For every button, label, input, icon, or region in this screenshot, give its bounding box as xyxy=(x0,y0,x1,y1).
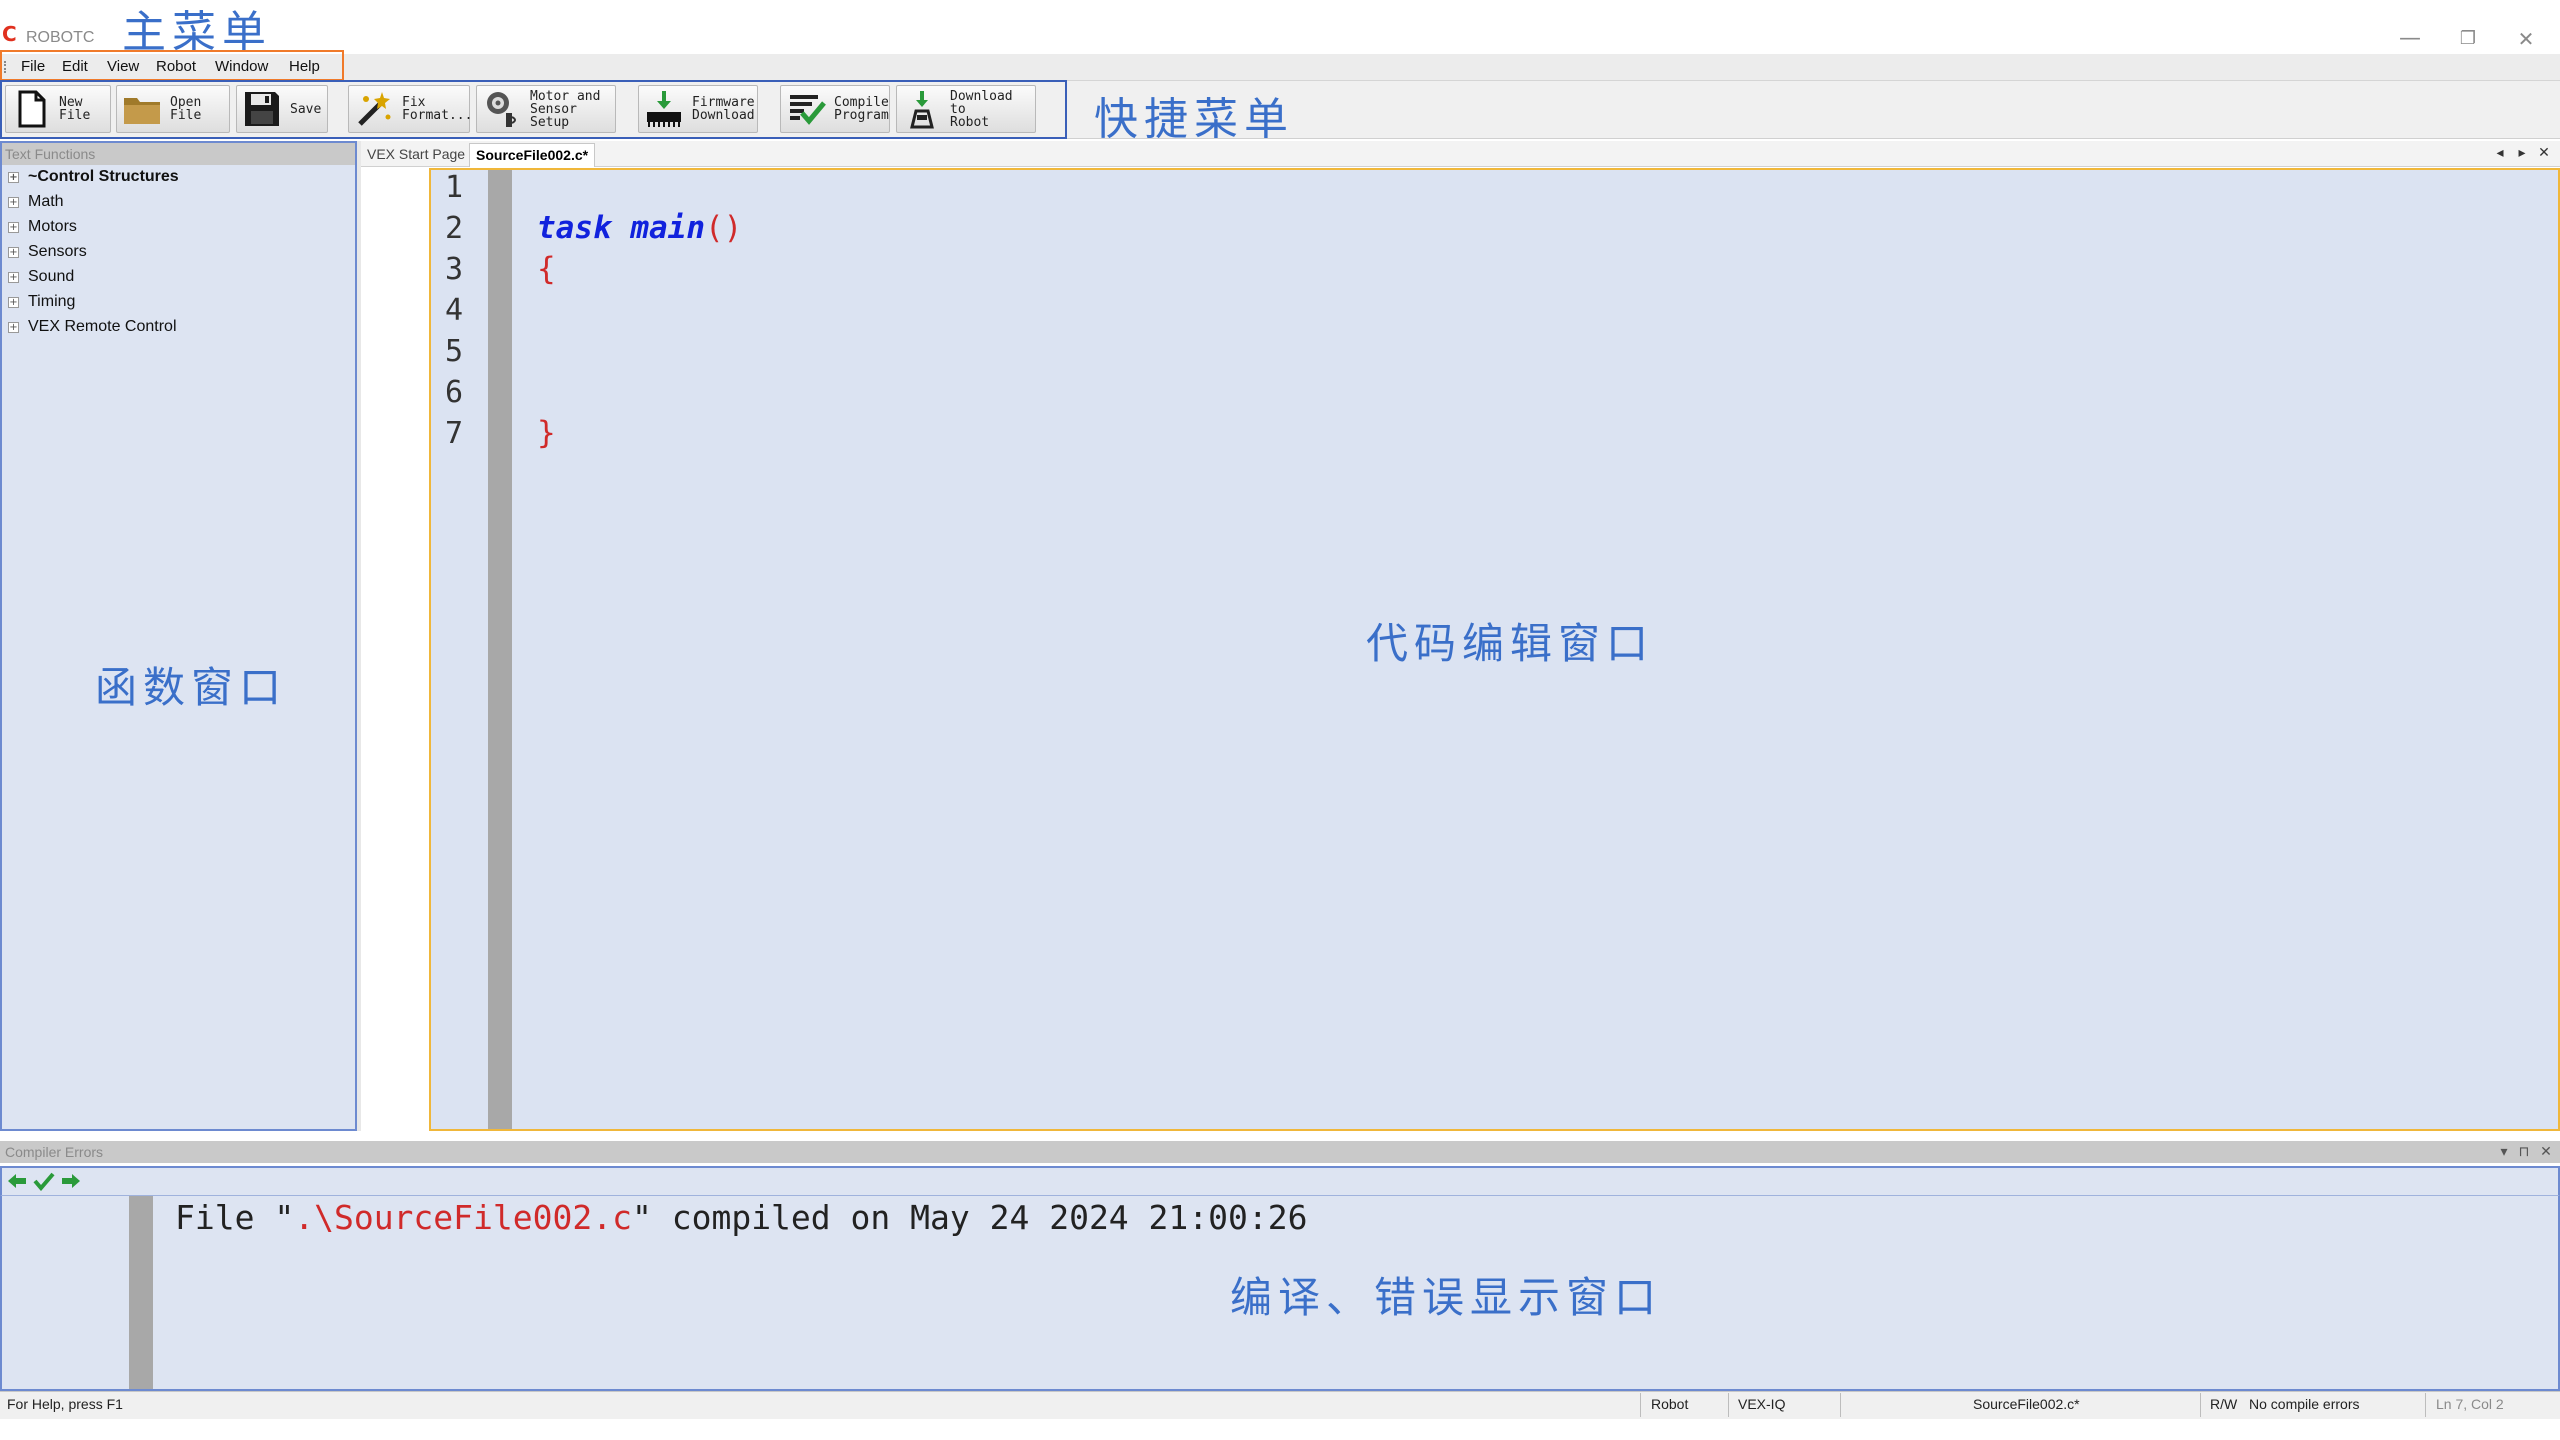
message-prefix: File " xyxy=(175,1198,295,1237)
compiler-panel-header: Compiler Errors xyxy=(0,1141,2560,1163)
tree-item-label: VEX Remote Control xyxy=(28,318,177,335)
tab-close-icon[interactable]: ✕ xyxy=(2534,142,2554,164)
annotation-quick-menu: 快捷菜单 xyxy=(1094,94,1294,145)
panel-close-icon[interactable]: ✕ xyxy=(2536,1141,2556,1163)
tree-item-label: ~Control Structures xyxy=(28,168,179,185)
expand-icon[interactable]: + xyxy=(8,246,19,258)
tree-item-sensors[interactable]: + Sensors xyxy=(8,240,87,264)
status-divider xyxy=(1840,1393,1841,1417)
message-suffix: " compiled on May 24 2024 21:00:26 xyxy=(631,1198,1308,1237)
status-robot: Robot xyxy=(1651,1396,1689,1412)
status-divider xyxy=(1640,1393,1641,1417)
status-divider xyxy=(2200,1393,2201,1417)
line-number: 6 xyxy=(445,375,464,410)
tree-item-vex-remote-control[interactable]: + VEX Remote Control xyxy=(8,315,177,339)
tree-item-control-structures[interactable]: + ~Control Structures xyxy=(8,165,179,189)
main-menu-highlight-frame xyxy=(0,50,344,81)
code-line-7[interactable]: } xyxy=(537,415,556,451)
status-file: SourceFile002.c* xyxy=(1973,1396,2080,1412)
compiler-panel-toolbar xyxy=(0,1166,2560,1196)
menu-bar xyxy=(0,54,2560,81)
status-position: Ln 7, Col 2 xyxy=(2436,1396,2504,1412)
quick-menu-highlight-frame xyxy=(0,80,1067,139)
parentheses: () xyxy=(704,210,743,246)
annotation-code-edit-window: 代码编辑窗口 xyxy=(1366,619,1655,668)
status-divider xyxy=(2425,1393,2426,1417)
compiler-margin xyxy=(129,1196,153,1389)
compiler-gutter xyxy=(2,1196,129,1389)
next-error-arrow-icon[interactable] xyxy=(60,1172,82,1190)
tree-item-label: Timing xyxy=(28,293,76,310)
minimize-button[interactable]: — xyxy=(2390,24,2430,54)
status-divider xyxy=(1728,1393,1729,1417)
editor-tab-bar xyxy=(361,141,2560,167)
check-icon[interactable] xyxy=(33,1171,55,1191)
previous-error-arrow-icon[interactable] xyxy=(6,1172,28,1190)
status-errors: No compile errors xyxy=(2249,1396,2360,1412)
expand-icon[interactable]: + xyxy=(8,321,19,333)
annotation-function-window: 函数窗口 xyxy=(95,663,288,712)
robotc-logo-icon: C xyxy=(2,22,17,46)
tree-item-label: Math xyxy=(28,193,64,210)
panel-dropdown-icon[interactable]: ▾ xyxy=(2494,1141,2514,1163)
line-number: 4 xyxy=(445,293,464,328)
line-number: 3 xyxy=(445,252,464,287)
status-help: For Help, press F1 xyxy=(7,1396,123,1412)
compile-message[interactable]: File ".\SourceFile002.c" compiled on May… xyxy=(175,1198,1308,1237)
editor-margin xyxy=(361,168,429,1130)
tree-item-math[interactable]: + Math xyxy=(8,190,64,214)
expand-icon[interactable]: + xyxy=(8,271,19,283)
code-line-3[interactable]: { xyxy=(537,251,556,287)
expand-icon[interactable]: + xyxy=(8,171,19,183)
code-fold-margin xyxy=(488,170,512,1129)
code-line-2[interactable]: task main() xyxy=(537,210,742,246)
line-number: 7 xyxy=(445,416,464,451)
tab-sourcefile002[interactable]: SourceFile002.c* xyxy=(469,143,596,167)
restore-button[interactable]: ❐ xyxy=(2448,24,2488,54)
annotation-compile-error-window: 编译、错误显示窗口 xyxy=(1230,1273,1663,1322)
panel-pin-icon[interactable]: ⊓ xyxy=(2514,1141,2534,1163)
tab-prev-icon[interactable]: ◂ xyxy=(2490,142,2510,164)
expand-icon[interactable]: + xyxy=(8,221,19,233)
tree-item-label: Motors xyxy=(28,218,77,235)
status-mode: R/W xyxy=(2210,1396,2238,1412)
tab-next-icon[interactable]: ▸ xyxy=(2512,142,2532,164)
line-number: 1 xyxy=(445,170,464,205)
status-bar xyxy=(0,1391,2560,1419)
tree-item-sound[interactable]: + Sound xyxy=(8,265,74,289)
tree-item-label: Sensors xyxy=(28,243,87,260)
status-platform: VEX-IQ xyxy=(1738,1396,1786,1412)
tree-item-label: Sound xyxy=(28,268,75,285)
expand-icon[interactable]: + xyxy=(8,196,19,208)
tree-item-motors[interactable]: + Motors xyxy=(8,215,77,239)
expand-icon[interactable]: + xyxy=(8,296,19,308)
tab-vex-start-page[interactable]: VEX Start Page xyxy=(361,143,471,167)
line-number: 5 xyxy=(445,334,464,369)
app-title: ROBOTC xyxy=(26,29,95,46)
line-number: 2 xyxy=(445,211,464,246)
keyword-main: main xyxy=(630,210,705,246)
close-window-button[interactable]: ✕ xyxy=(2506,24,2546,54)
message-file-path[interactable]: .\SourceFile002.c xyxy=(294,1198,632,1237)
tree-item-timing[interactable]: + Timing xyxy=(8,290,75,314)
keyword-task: task xyxy=(537,210,612,246)
title-bar xyxy=(0,0,2560,54)
function-panel-header: Text Functions xyxy=(2,143,355,165)
